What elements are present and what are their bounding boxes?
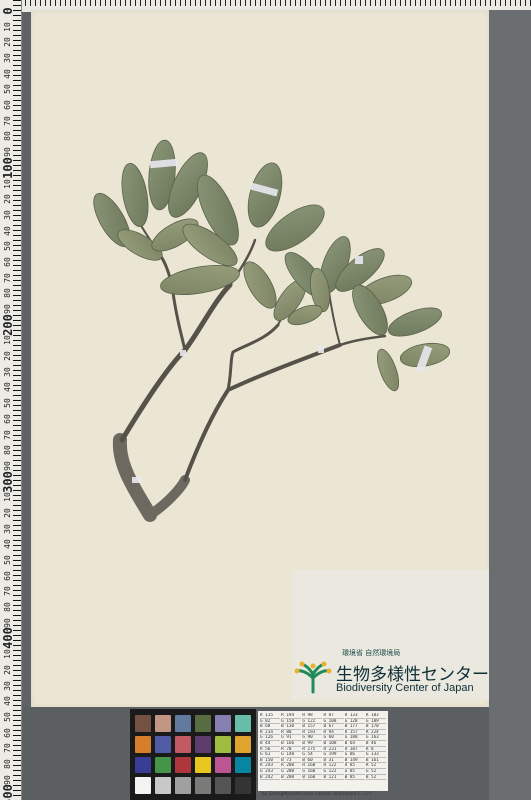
color-swatch: [175, 777, 191, 794]
color-swatch: [195, 756, 211, 774]
color-swatch: [195, 735, 211, 753]
color-swatch: [175, 756, 191, 774]
color-swatch: [235, 756, 251, 774]
color-checker-credit: by GretagMacbeth color checker (Illumina…: [262, 792, 372, 797]
color-swatch: [235, 715, 251, 732]
institution-name-en: Biodiversity Center of Japan: [336, 682, 474, 694]
color-swatch: [195, 777, 211, 794]
color-swatch: [135, 735, 151, 753]
color-swatch: [155, 715, 171, 732]
color-swatch: [155, 756, 171, 774]
color-swatch: [215, 735, 231, 753]
color-checker: [130, 709, 256, 800]
color-swatch: [135, 777, 151, 794]
color-swatch: [235, 735, 251, 753]
ministry-text: 環境省 自然環境局: [342, 649, 401, 657]
color-swatch: [175, 735, 191, 753]
color-value-cell: B 85: [344, 775, 365, 781]
color-swatch: [215, 756, 231, 774]
biodiversity-logo: [294, 661, 332, 694]
color-value-cell: B 242: [260, 775, 281, 781]
color-swatch: [195, 715, 211, 732]
color-swatch: [215, 777, 231, 794]
color-swatch: [175, 715, 191, 732]
color-value-table: R 115 R 194 R 98 R 87 R 133 R 103 G 82 G 150 G 1…: [258, 711, 388, 791]
color-swatch: [155, 735, 171, 753]
color-value-cell: B 200: [281, 775, 302, 781]
color-swatch: [215, 715, 231, 732]
color-value-cell: B 52: [365, 775, 386, 781]
color-swatch: [135, 756, 151, 774]
color-value-cell: B 121: [323, 775, 344, 781]
color-swatch: [235, 777, 251, 794]
color-value-cell: B 160: [302, 775, 323, 781]
leaves: [93, 139, 451, 392]
color-swatch: [155, 777, 171, 794]
color-swatch: [135, 715, 151, 732]
